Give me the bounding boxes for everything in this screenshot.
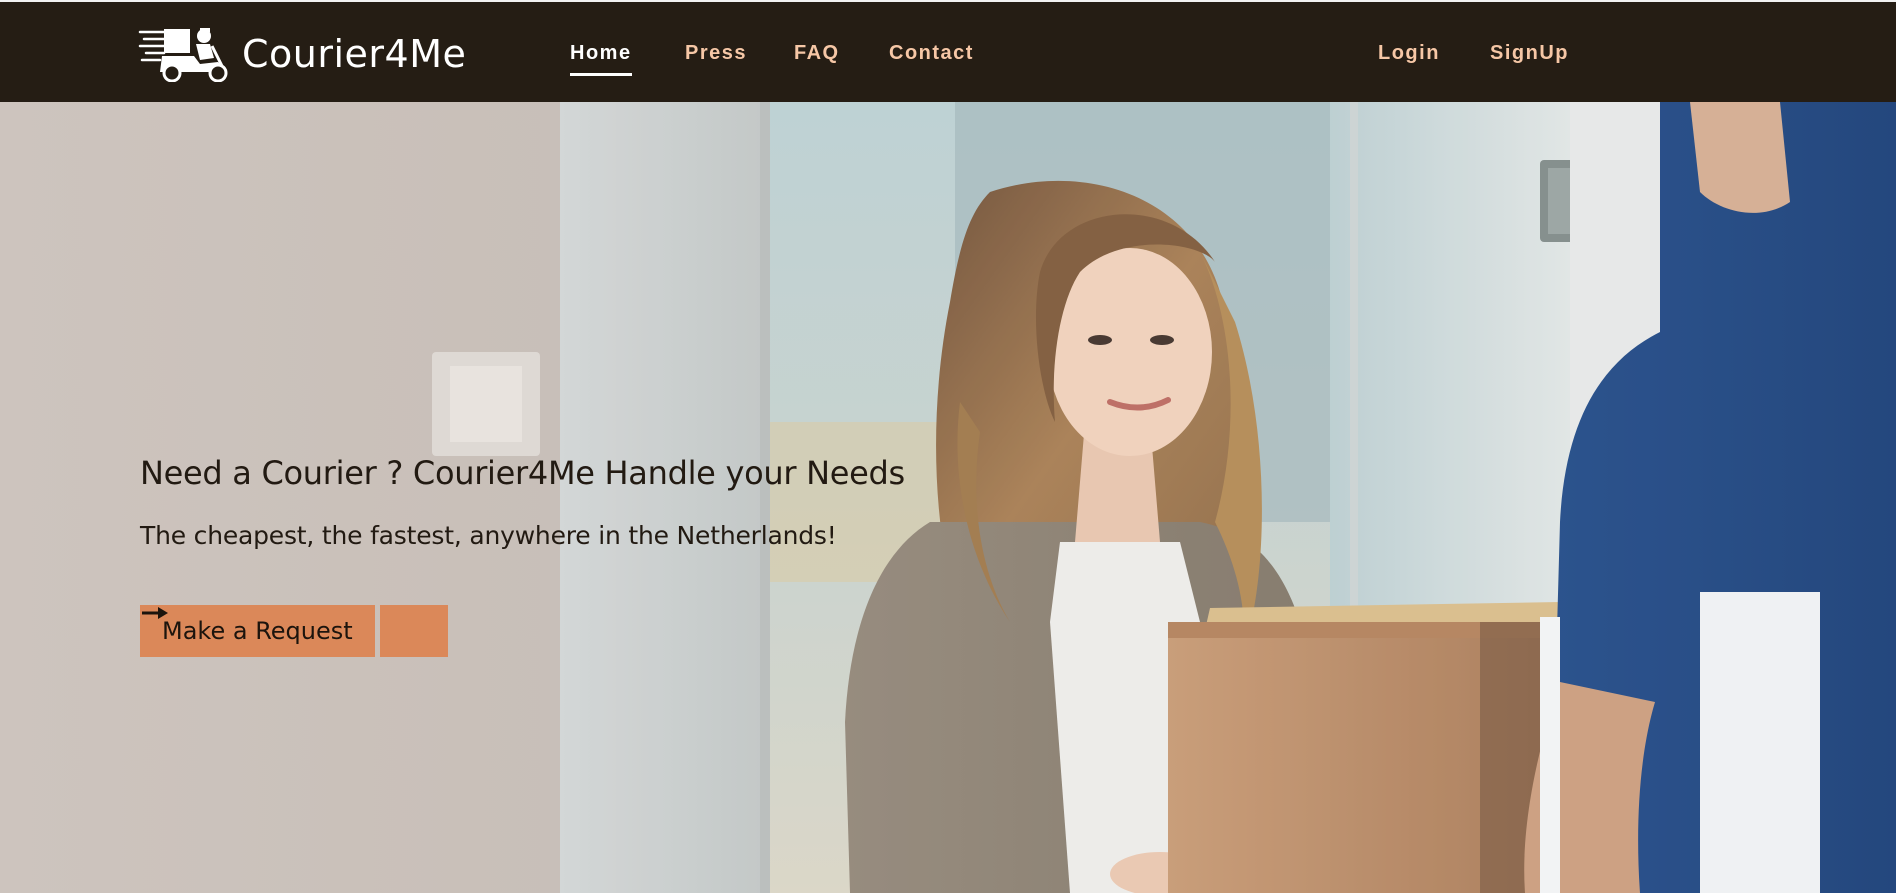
brand-name: Courier4Me (242, 32, 467, 76)
navbar: Courier4Me Home Press FAQ Contact Login … (0, 0, 1896, 102)
hero-headline: Need a Courier ? Courier4Me Handle your … (140, 454, 905, 492)
hero-content: Need a Courier ? Courier4Me Handle your … (140, 102, 1040, 893)
nav-contact[interactable]: Contact (889, 42, 974, 72)
hero-subline: The cheapest, the fastest, anywhere in t… (140, 521, 837, 550)
nav-home-label: Home (570, 42, 632, 64)
active-underline (570, 73, 632, 76)
nav-signup[interactable]: SignUp (1490, 42, 1569, 72)
nav-press-label: Press (685, 42, 747, 64)
brand-link[interactable]: Courier4Me (138, 26, 466, 82)
nav-signup-label: SignUp (1490, 42, 1569, 64)
make-request-button[interactable]: Make a Request (140, 605, 375, 657)
arrow-right-icon (142, 607, 168, 619)
cta-group: Make a Request (140, 605, 448, 659)
nav-home[interactable]: Home (570, 42, 632, 76)
nav-faq-label: FAQ (794, 42, 840, 64)
nav-login-label: Login (1378, 42, 1440, 64)
nav-contact-label: Contact (889, 42, 974, 64)
nav-login[interactable]: Login (1378, 42, 1440, 72)
nav-faq[interactable]: FAQ (794, 42, 840, 72)
make-request-arrow-button[interactable] (142, 605, 448, 657)
delivery-scooter-icon (138, 28, 228, 82)
page: Courier4Me Home Press FAQ Contact Login … (0, 0, 1896, 893)
hero-section: Need a Courier ? Courier4Me Handle your … (0, 102, 1896, 893)
nav-press[interactable]: Press (685, 42, 747, 72)
